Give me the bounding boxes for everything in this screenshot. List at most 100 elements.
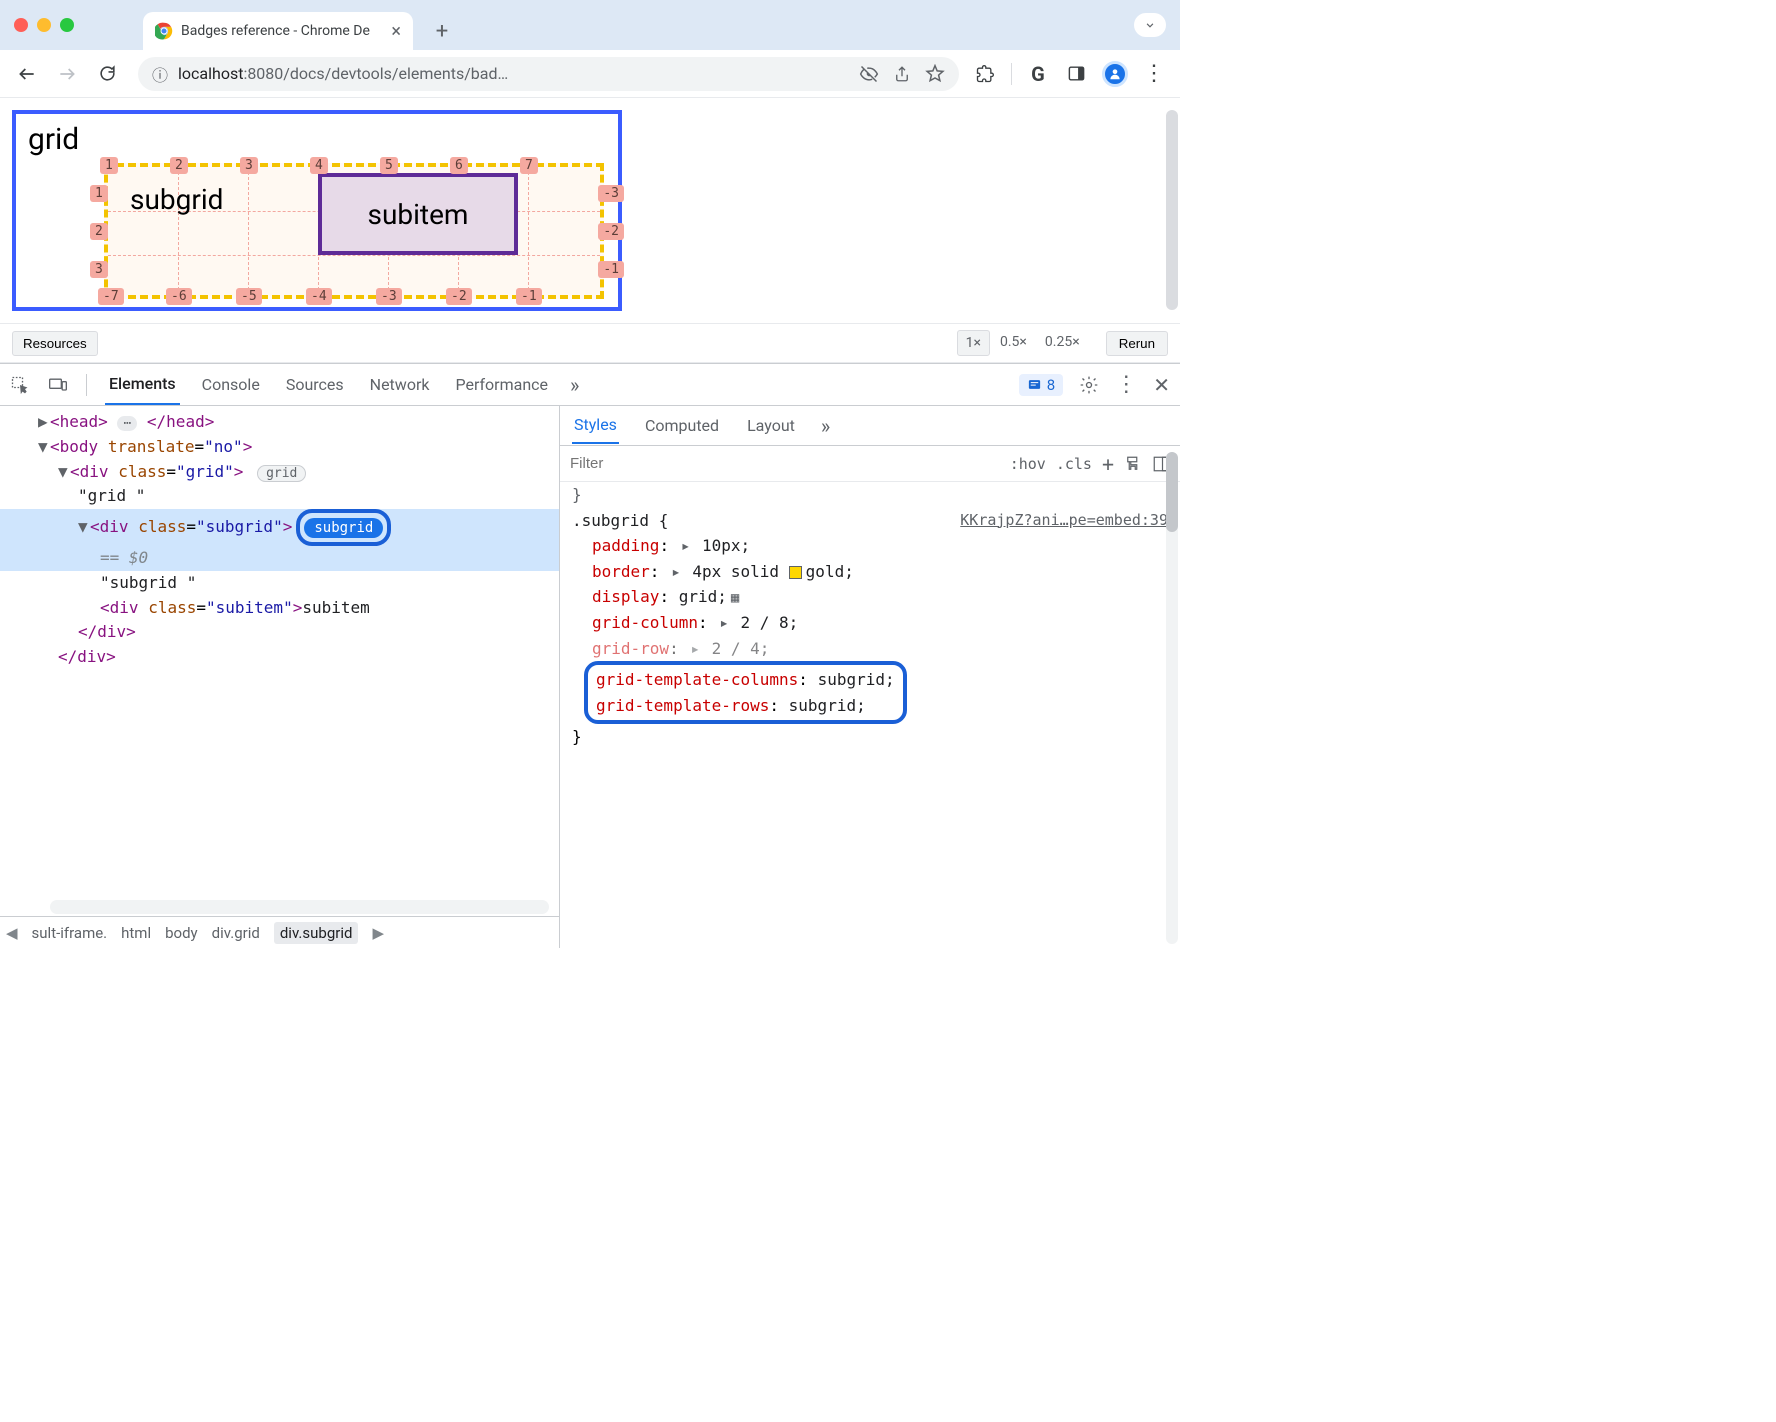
breadcrumb-left-icon[interactable]: ◀ — [6, 924, 18, 942]
highlighted-styles: grid-template-columns: subgrid; grid-tem… — [584, 661, 907, 724]
close-tab-button[interactable]: × — [391, 21, 401, 42]
zoom-1x-option[interactable]: 1× — [957, 330, 990, 356]
styles-tabbar: Styles Computed Layout » — [560, 406, 1180, 446]
dom-tree[interactable]: ▶<head> ⋯ </head> ▼<body translate="no">… — [0, 406, 559, 900]
tab-elements[interactable]: Elements — [105, 364, 180, 405]
issues-badge[interactable]: 8 — [1019, 374, 1063, 396]
color-swatch-icon[interactable] — [789, 566, 802, 579]
subitem-box: subitem — [318, 173, 518, 255]
grid-line-number: 3 — [240, 157, 258, 174]
styles-rules[interactable]: } .subgrid {KKrajpZ?ani…pe=embed:39 padd… — [560, 482, 1180, 948]
grid-line-number: 4 — [310, 157, 328, 174]
grid-line-number: 1 — [90, 185, 108, 202]
breadcrumb-right-icon[interactable]: ▶ — [372, 924, 384, 942]
grid-badge[interactable]: grid — [257, 465, 306, 482]
new-tab-button[interactable]: + — [427, 16, 457, 46]
toolbar-divider — [1011, 63, 1012, 85]
inspect-icon[interactable] — [10, 375, 30, 395]
site-info-icon[interactable]: ⓘ — [152, 62, 168, 86]
url-bar[interactable]: ⓘ localhost:8080/docs/devtools/elements/… — [138, 57, 959, 91]
grid-line-number: -3 — [598, 185, 624, 202]
forward-button[interactable] — [50, 57, 84, 91]
dom-breadcrumb: ◀ sult-iframe. html body div.grid div.su… — [0, 916, 559, 948]
ellipsis-pill[interactable]: ⋯ — [117, 416, 137, 431]
grid-line-number: 5 — [380, 157, 398, 174]
new-rule-button[interactable]: + — [1102, 452, 1114, 476]
back-button[interactable] — [10, 57, 44, 91]
rule-close-brace: } — [572, 724, 1168, 750]
page-content: grid subgrid subitem 1 2 3 — [0, 98, 1180, 323]
tabstrip-collapse-button[interactable] — [1134, 13, 1166, 37]
zoom-025x-option[interactable]: 0.25× — [1037, 330, 1088, 356]
google-apps-button[interactable]: G — [1026, 62, 1050, 86]
grid-line-number: 6 — [450, 157, 468, 174]
arrow-right-icon — [57, 64, 77, 84]
hov-toggle[interactable]: :hov — [1010, 455, 1046, 473]
styles-filterbar: :hov .cls + — [560, 446, 1180, 482]
tab-styles[interactable]: Styles — [572, 407, 619, 444]
subgrid-badge[interactable]: subgrid — [304, 518, 383, 538]
rerun-button[interactable]: Rerun — [1106, 331, 1168, 356]
breadcrumb-item-active[interactable]: div.subgrid — [274, 922, 359, 944]
tab-performance[interactable]: Performance — [451, 365, 552, 404]
grid-editor-icon[interactable]: ▦ — [731, 587, 739, 609]
browser-toolbar: ⓘ localhost:8080/docs/devtools/elements/… — [0, 50, 1180, 98]
subgrid-overlay: subgrid subitem 1 2 3 4 5 6 7 1 2 3 -3 — [104, 163, 604, 299]
devtools-close-button[interactable]: ✕ — [1153, 373, 1170, 397]
sidepanel-button[interactable] — [1064, 64, 1088, 83]
url-text: localhost:8080/docs/devtools/elements/ba… — [178, 64, 849, 83]
more-tabs-button[interactable]: » — [570, 373, 579, 397]
resources-button[interactable]: Resources — [12, 331, 98, 356]
devtools-settings-icon[interactable] — [1079, 375, 1099, 395]
chrome-favicon-icon — [155, 22, 173, 40]
rule-selector: .subgrid { — [572, 511, 668, 530]
grid-label: grid — [28, 122, 610, 157]
tab-console[interactable]: Console — [198, 365, 264, 404]
breadcrumb-item[interactable]: body — [165, 924, 198, 942]
grid-line-number: -6 — [166, 288, 192, 305]
profile-avatar[interactable] — [1102, 61, 1128, 87]
bookmark-star-icon[interactable] — [925, 64, 945, 84]
page-scrollbar[interactable] — [1166, 110, 1178, 310]
grid-line-number: -3 — [376, 288, 402, 305]
tab-network[interactable]: Network — [366, 365, 434, 404]
extensions-button[interactable] — [973, 64, 997, 84]
devtools-panel: Elements Console Sources Network Perform… — [0, 363, 1180, 948]
eye-off-icon[interactable] — [859, 64, 879, 84]
issue-icon — [1027, 377, 1042, 392]
grid-line-number: 1 — [100, 157, 118, 174]
selected-dom-node[interactable]: ▼<div class="subgrid">subgrid — [0, 509, 559, 546]
breadcrumb-item[interactable]: div.grid — [212, 924, 260, 942]
device-toolbar-icon[interactable] — [48, 375, 68, 395]
reload-button[interactable] — [90, 57, 124, 91]
grid-line-number: 3 — [90, 261, 108, 278]
styles-filter-input[interactable] — [570, 455, 1000, 472]
tab-layout[interactable]: Layout — [745, 408, 797, 443]
cls-toggle[interactable]: .cls — [1056, 455, 1092, 473]
share-icon[interactable] — [893, 65, 911, 83]
paint-format-icon[interactable] — [1124, 455, 1142, 473]
minimize-window-button[interactable] — [37, 18, 51, 32]
tab-sources[interactable]: Sources — [282, 365, 348, 404]
chrome-menu-button[interactable]: ⋮ — [1142, 61, 1166, 86]
puzzle-icon — [975, 64, 995, 84]
maximize-window-button[interactable] — [60, 18, 74, 32]
reload-icon — [98, 64, 117, 83]
tab-computed[interactable]: Computed — [643, 408, 721, 443]
rule-source-link[interactable]: KKrajpZ?ani…pe=embed:39 — [960, 508, 1168, 532]
window-titlebar: Badges reference - Chrome De × + — [0, 0, 1180, 50]
styles-scrollbar[interactable] — [1166, 452, 1178, 944]
more-styles-tabs-button[interactable]: » — [821, 414, 830, 438]
devtools-more-button[interactable]: ⋮ — [1115, 372, 1137, 397]
grid-line-number: -2 — [446, 288, 472, 305]
styles-panel: Styles Computed Layout » :hov .cls + — [560, 406, 1180, 948]
dom-horizontal-scrollbar[interactable] — [50, 900, 549, 914]
breadcrumb-item[interactable]: html — [121, 924, 151, 942]
breadcrumb-item[interactable]: sult-iframe. — [32, 924, 108, 942]
close-window-button[interactable] — [14, 18, 28, 32]
browser-tab-active[interactable]: Badges reference - Chrome De × — [143, 12, 413, 50]
grid-demo-container: grid subgrid subitem 1 2 3 — [12, 110, 622, 311]
dom-panel: ▶<head> ⋯ </head> ▼<body translate="no">… — [0, 406, 560, 948]
zoom-05x-option[interactable]: 0.5× — [992, 330, 1035, 356]
devtools-tabbar: Elements Console Sources Network Perform… — [0, 364, 1180, 406]
